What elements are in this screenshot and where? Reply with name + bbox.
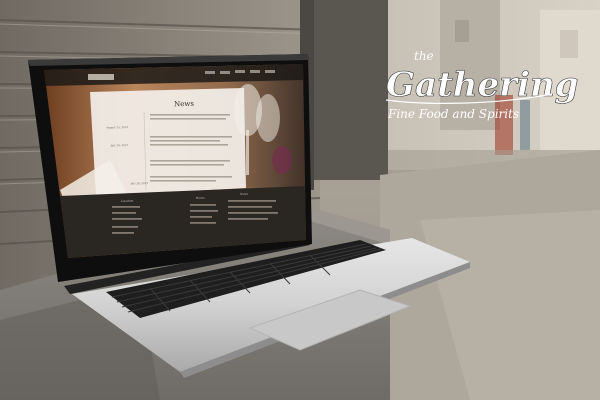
logo-tagline: Fine Food and Spirits: [387, 107, 519, 121]
site-logo: [88, 74, 114, 80]
logo-name: Gathering: [386, 65, 578, 105]
footer-heading-news: News: [240, 192, 249, 196]
footer-heading-location: Location: [121, 199, 134, 203]
pillar: [310, 0, 388, 180]
photo: News August 15, 2013 July 30, 2013 July …: [0, 0, 600, 400]
news-date-3: July 28, 2013: [130, 181, 149, 185]
scene: News August 15, 2013 July 30, 2013 July …: [0, 0, 600, 400]
news-date-2: July 30, 2013: [110, 143, 129, 147]
footer-heading-hours: Hours: [196, 196, 205, 200]
website-screen: [44, 64, 306, 258]
news-panel: [90, 88, 246, 196]
logo-top-word: the: [414, 49, 434, 63]
news-date-1: August 15, 2013: [105, 125, 128, 129]
news-heading: News: [174, 100, 194, 108]
